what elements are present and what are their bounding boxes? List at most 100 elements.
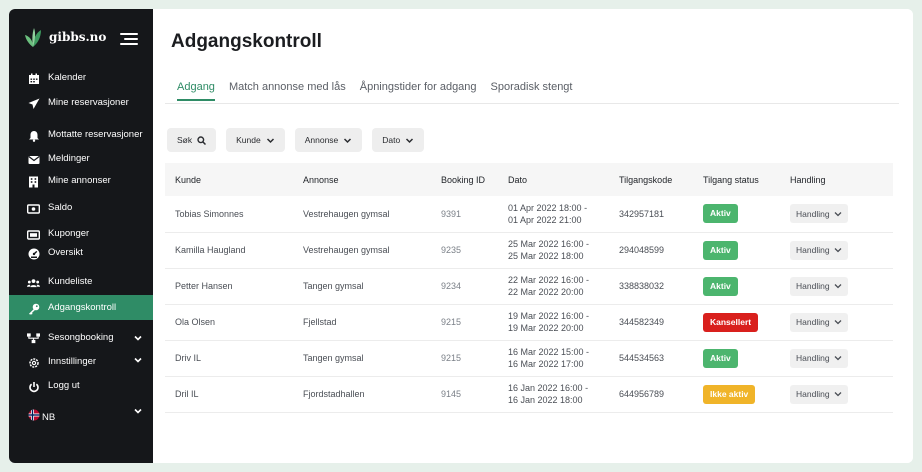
sidebar-item-mottatte-reservasjoner[interactable]: Mottatte reservasjoner — [9, 119, 153, 144]
dato-to: 01 Apr 2022 21:00 — [508, 214, 582, 225]
sidebar-item-kuponger[interactable]: Kuponger — [9, 219, 153, 244]
cell-kunde: Petter Hansen — [175, 281, 233, 291]
gibbs-logo-icon — [23, 26, 43, 48]
dato-from: 19 Mar 2022 16:00 - — [508, 311, 590, 321]
sidebar-item-meldinger[interactable]: Meldinger — [9, 144, 153, 170]
cell-booking-id: 9235 — [441, 245, 462, 255]
cell-handling: Handling — [780, 268, 893, 304]
filter-bar: Søk Kunde Annonse Dato — [167, 128, 434, 152]
sidebar-item-kalender[interactable]: Kalender — [9, 65, 153, 91]
sidebar-item-oversikt[interactable]: Oversikt — [9, 244, 153, 267]
table-header-row: Kunde Annonse Booking ID Dato Tilgangsko… — [165, 163, 893, 196]
cell-tilgangskode: 342957181 — [619, 208, 665, 219]
column-header-tilgang-status[interactable]: Tilgang status — [693, 163, 780, 196]
sidebar-item-label: Adgangskontroll — [48, 302, 117, 313]
cell-kunde: Tobias Simonnes — [175, 208, 244, 219]
sidebar-item-logg-ut[interactable]: Logg ut — [9, 372, 153, 398]
table-row[interactable]: Driv IL Tangen gymsal 9215 16 Mar 2022 15:0… — [165, 340, 893, 376]
hamburger-menu-icon[interactable] — [120, 33, 138, 45]
table-row[interactable]: Ola Olsen Fjellstad 9215 19 Mar 2022 16:00 … — [165, 304, 893, 340]
chevron-down-icon — [266, 137, 274, 143]
sidebar-item-label: Mottatte reservasjoner — [48, 129, 143, 140]
chevron-down-icon — [834, 356, 842, 361]
cell-tilgangskode: 344582349 — [619, 317, 665, 327]
tab-match-annonse-med-las[interactable]: Match annonse med lås — [229, 81, 346, 101]
dato-filter-dropdown[interactable]: Dato — [372, 128, 425, 152]
handling-dropdown[interactable]: Handling — [790, 240, 848, 260]
cell-booking-id: 9215 — [441, 353, 462, 363]
kunde-filter-dropdown[interactable]: Kunde — [226, 128, 285, 152]
gauge-icon — [27, 247, 40, 260]
filter-label: Kunde — [236, 135, 261, 145]
key-icon — [27, 302, 40, 315]
cell-handling: Handling — [780, 340, 893, 376]
sidebar-item-label: Innstillinger — [48, 356, 97, 367]
column-header-kunde[interactable]: Kunde — [165, 163, 293, 196]
calendar-icon — [27, 72, 40, 85]
handling-dropdown[interactable]: Handling — [790, 276, 848, 296]
chevron-down-icon — [134, 335, 142, 341]
sidebar-item-adgangskontroll[interactable]: Adgangskontroll — [9, 295, 153, 320]
table-row[interactable]: Dril IL Fjordstadhallen 9145 16 Jan 2022 16… — [165, 376, 893, 412]
chevron-down-icon — [834, 248, 842, 253]
table-row[interactable]: Petter Hansen Tangen gymsal 9234 22 Mar 202… — [165, 268, 893, 304]
handling-dropdown[interactable]: Handling — [790, 384, 848, 404]
sidebar-item-kundeliste[interactable]: Kundeliste — [9, 267, 153, 293]
cell-booking-id: 9391 — [441, 208, 462, 219]
dato-to: 25 Mar 2022 18:00 — [508, 251, 584, 261]
sidebar-item-sesongbooking[interactable]: Sesongbooking — [9, 320, 153, 347]
table-row[interactable]: Tobias Simonnes Vestrehaugen gymsal 9391 01… — [165, 196, 893, 232]
column-header-annonse[interactable]: Annonse — [293, 163, 431, 196]
dato-from: 25 Mar 2022 16:00 - — [508, 239, 590, 249]
sidebar-item-saldo[interactable]: Saldo — [9, 194, 153, 219]
handling-dropdown[interactable]: Handling — [790, 312, 848, 332]
chevron-down-icon — [344, 137, 352, 143]
status-badge: Aktiv — [703, 276, 738, 296]
handling-dropdown[interactable]: Handling — [790, 348, 848, 368]
dato-from: 16 Mar 2022 15:00 - — [508, 347, 590, 357]
column-header-dato[interactable]: Dato — [498, 163, 609, 196]
column-header-handling[interactable]: Handling — [780, 163, 893, 196]
status-badge: Aktiv — [703, 240, 738, 260]
cell-kunde: Kamilla Haugland — [175, 245, 246, 255]
column-header-booking-id[interactable]: Booking ID — [431, 163, 498, 196]
tabs-divider — [165, 103, 899, 104]
cell-status: Aktiv — [693, 232, 780, 268]
sidebar-item-label: Mine reservasjoner — [48, 97, 129, 108]
handling-label: Handling — [796, 281, 830, 291]
sidebar-item-mine-annonser[interactable]: Mine annonser — [9, 170, 153, 194]
tab-sporadisk-stengt[interactable]: Sporadisk stengt — [491, 81, 573, 101]
search-filter-button[interactable]: Søk — [167, 128, 217, 152]
tab-apningstider-for-adgang[interactable]: Åpningstider for adgang — [360, 81, 477, 101]
cell-handling: Handling — [780, 376, 893, 412]
cell-annonse: Fjordstadhallen — [303, 389, 365, 399]
sitemap-icon — [27, 332, 40, 345]
filter-label: Søk — [177, 135, 193, 145]
status-badge: Kansellert — [703, 312, 759, 332]
cell-dato: 16 Mar 2022 15:00 - 16 Mar 2022 17:00 — [498, 340, 609, 376]
sidebar-item-label: Sesongbooking — [48, 332, 114, 343]
tab-adgang[interactable]: Adgang — [177, 81, 215, 101]
access-table: Kunde Annonse Booking ID Dato Tilgangsko… — [165, 163, 893, 413]
sidebar-item-innstillinger[interactable]: Innstillinger — [9, 347, 153, 372]
cell-booking-id: 9234 — [441, 281, 462, 291]
sidebar-language-selector[interactable]: NB — [9, 398, 153, 424]
column-header-tilgangskode[interactable]: Tilgangskode — [609, 163, 693, 196]
cell-status: Aktiv — [693, 340, 780, 376]
users-icon — [27, 276, 40, 289]
table-row[interactable]: Kamilla Haugland Vestrehaugen gymsal 9235 2… — [165, 232, 893, 268]
app-window: gibbs.no Kalender Mine reservasjoner Mot… — [9, 9, 913, 463]
chevron-down-icon — [134, 357, 142, 363]
cell-kunde: Ola Olsen — [175, 317, 216, 327]
cell-dato: 22 Mar 2022 16:00 - 22 Mar 2022 20:00 — [498, 268, 609, 304]
handling-label: Handling — [796, 208, 830, 219]
tab-bar: Adgang Match annonse med lås Åpningstide… — [177, 81, 586, 101]
main-content: Adgangskontroll Adgang Match annonse med… — [153, 9, 913, 463]
ticket-icon — [27, 228, 40, 241]
bell-icon — [27, 129, 40, 142]
annonse-filter-dropdown[interactable]: Annonse — [294, 128, 363, 152]
handling-label: Handling — [796, 353, 830, 363]
handling-dropdown[interactable]: Handling — [790, 204, 848, 224]
sidebar-item-mine-reservasjoner[interactable]: Mine reservasjoner — [9, 91, 153, 119]
paper-plane-icon — [27, 97, 40, 110]
